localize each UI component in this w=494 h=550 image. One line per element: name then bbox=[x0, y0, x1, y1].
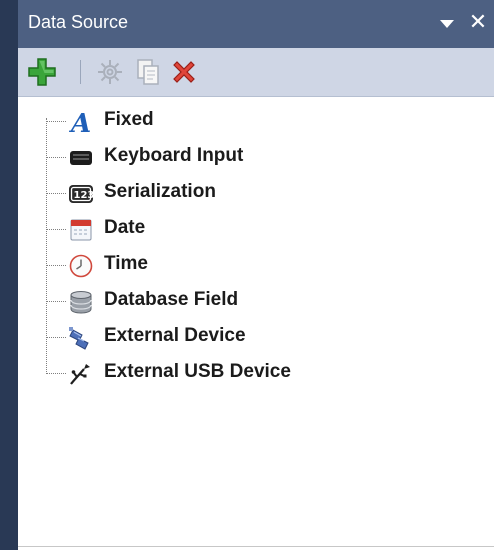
calendar-icon bbox=[66, 216, 96, 244]
panel-menu-dropdown-icon[interactable] bbox=[440, 20, 454, 28]
usb-icon bbox=[66, 360, 96, 388]
copy-button[interactable] bbox=[132, 56, 164, 88]
toolbar-separator bbox=[80, 60, 81, 84]
tree-item-database-field[interactable]: Database Field bbox=[18, 284, 478, 320]
keyboard-icon bbox=[66, 144, 96, 172]
tree-item-time[interactable]: Time bbox=[18, 248, 478, 284]
panel-bottom-border bbox=[18, 546, 494, 550]
delete-button[interactable] bbox=[168, 56, 200, 88]
database-icon bbox=[66, 288, 96, 316]
svg-text:A: A bbox=[68, 109, 91, 136]
clock-icon bbox=[66, 252, 96, 280]
settings-icon bbox=[98, 60, 122, 84]
tree-item-date[interactable]: Date bbox=[18, 212, 478, 248]
panel-close-icon[interactable]: ✕ bbox=[466, 10, 490, 36]
svg-text:123: 123 bbox=[74, 190, 95, 201]
tree-item-keyboard-input[interactable]: Keyboard Input bbox=[18, 140, 478, 176]
add-icon bbox=[28, 58, 56, 86]
delete-icon bbox=[173, 61, 195, 83]
fixed-text-icon: A bbox=[66, 108, 96, 139]
settings-button[interactable] bbox=[94, 56, 126, 88]
tree-item-fixed[interactable]: A Fixed bbox=[18, 104, 478, 140]
add-button[interactable] bbox=[26, 56, 58, 88]
toolbar bbox=[18, 48, 494, 97]
data-source-panel: Data Source ✕ A Fixed Keyboard Input 123… bbox=[18, 0, 494, 548]
panel-title: Data Source bbox=[28, 12, 129, 32]
window-edge bbox=[0, 0, 18, 550]
copy-icon bbox=[137, 59, 159, 85]
panel-title-bar: Data Source ✕ bbox=[18, 0, 494, 48]
serialization-icon: 123 bbox=[66, 180, 96, 208]
tree-item-external-usb-device[interactable]: External USB Device bbox=[18, 356, 478, 392]
external-device-icon bbox=[66, 324, 96, 352]
data-source-tree: A Fixed Keyboard Input 123 Serialization… bbox=[18, 104, 494, 404]
tree-item-external-device[interactable]: External Device bbox=[18, 320, 478, 356]
tree-item-serialization[interactable]: 123 Serialization bbox=[18, 176, 478, 212]
